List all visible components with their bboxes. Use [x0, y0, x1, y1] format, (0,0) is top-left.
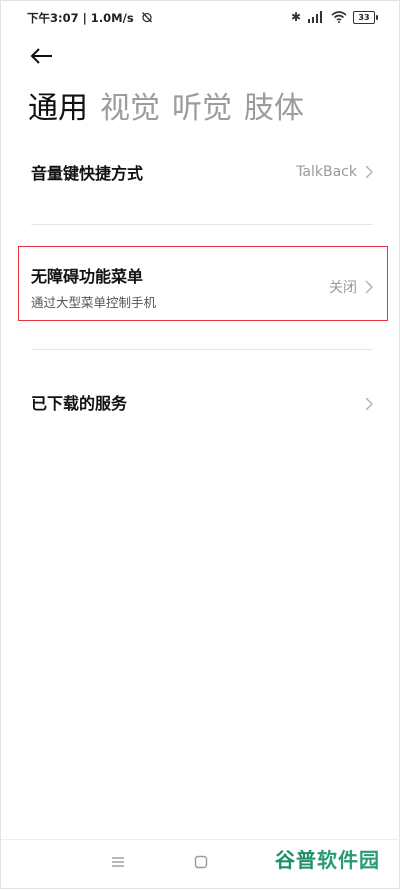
divider — [31, 349, 373, 350]
accessibility-menu-value: 关闭 — [329, 280, 357, 296]
downloaded-services-title: 已下载的服务 — [31, 394, 128, 413]
site-watermark: 谷普软件园 — [275, 844, 380, 873]
status-time-network-text: 下午3:07 | 1.0M/s — [27, 11, 134, 25]
home-nav-button[interactable] — [194, 854, 208, 873]
status-icons: ✱ 33 — [290, 9, 378, 25]
battery-icon: 33 — [353, 10, 378, 24]
menu-nav-button[interactable] — [111, 854, 125, 873]
volume-shortcut-value: TalkBack — [296, 164, 357, 180]
back-arrow-icon — [30, 48, 52, 64]
volume-shortcut-item[interactable]: 音量键快捷方式 TalkBack — [31, 161, 373, 189]
tab-general[interactable]: 通用 — [28, 89, 88, 129]
chevron-right-icon — [365, 165, 373, 179]
chevron-right-icon — [365, 280, 373, 294]
tab-vision[interactable]: 视觉 — [100, 89, 160, 129]
downloaded-services-value-group — [365, 397, 373, 411]
menu-icon — [112, 857, 124, 867]
settings-screen: 下午3:07 | 1.0M/s ✱ 33 通用 视觉 听觉 肢体 音量键快捷方式… — [0, 0, 400, 889]
accessibility-menu-value-group: 关闭 — [329, 277, 373, 297]
tab-physical[interactable]: 肢体 — [244, 89, 304, 129]
battery-level: 33 — [358, 12, 370, 22]
watermark-text-b: 软件园 — [317, 848, 380, 872]
accessibility-menu-item[interactable]: 无障碍功能菜单 通过大型菜单控制手机 关闭 — [31, 263, 373, 311]
signal-icon — [308, 11, 322, 23]
status-bar: 下午3:07 | 1.0M/s ✱ 33 — [1, 1, 400, 35]
category-tabs: 通用 视觉 听觉 肢体 — [28, 89, 304, 129]
tab-hearing[interactable]: 听觉 — [172, 89, 232, 129]
alarm-off-icon — [141, 12, 152, 23]
bluetooth-icon: ✱ — [290, 10, 301, 24]
accessibility-menu-title: 无障碍功能菜单 — [31, 267, 144, 286]
home-square-icon — [194, 855, 208, 869]
back-button[interactable] — [29, 43, 57, 69]
divider — [31, 224, 373, 225]
accessibility-menu-subtitle: 通过大型菜单控制手机 — [31, 295, 157, 310]
watermark-text-a: 谷普 — [275, 848, 317, 872]
volume-shortcut-value-group: TalkBack — [296, 164, 373, 180]
status-time-network: 下午3:07 | 1.0M/s — [27, 10, 153, 26]
wifi-icon — [331, 11, 347, 23]
chevron-right-icon — [365, 397, 373, 411]
downloaded-services-item[interactable]: 已下载的服务 — [31, 391, 373, 419]
